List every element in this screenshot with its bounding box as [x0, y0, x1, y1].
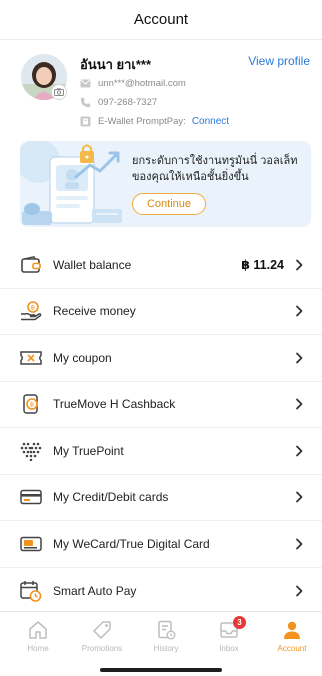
bottom-tab-bar: Home Promotions History 3 Inbox Account: [0, 611, 322, 676]
tab-promotions[interactable]: Promotions: [70, 620, 134, 653]
tab-history[interactable]: History: [134, 620, 198, 653]
page-title: Account: [133, 11, 189, 28]
chevron-right-icon: [296, 398, 303, 410]
header: Account: [0, 0, 322, 40]
mail-icon: [80, 79, 91, 87]
continue-button[interactable]: Continue: [132, 193, 206, 215]
profile-name: อันนา ยาเ***: [80, 57, 152, 72]
chevron-right-icon: [296, 491, 303, 503]
view-profile-link[interactable]: View profile: [248, 54, 310, 68]
coupon-icon: [20, 347, 42, 369]
chevron-right-icon: [296, 352, 303, 364]
menu-item-receive-money[interactable]: ฿ Receive money: [0, 289, 322, 335]
menu-label-my-truepoint: My TruePoint: [53, 443, 124, 458]
chevron-right-icon: [296, 538, 303, 550]
chevron-right-icon: [296, 585, 303, 597]
phone-icon: [80, 97, 91, 107]
menu-item-smart-auto-pay[interactable]: Smart Auto Pay: [0, 568, 322, 615]
chevron-right-icon: [296, 445, 303, 457]
menu-item-credit-debit-cards[interactable]: My Credit/Debit cards: [0, 475, 322, 521]
tab-label-promotions: Promotions: [81, 644, 123, 653]
email-row: unn***@hotmail.com: [80, 76, 186, 90]
credit-card-icon: [20, 486, 42, 508]
inbox-badge: 3: [233, 616, 246, 629]
menu-item-truemove-cashback[interactable]: ฿ TrueMove H Cashback: [0, 382, 322, 428]
tag-icon: [93, 621, 111, 639]
tab-home[interactable]: Home: [6, 620, 70, 653]
home-indicator: [100, 668, 222, 672]
history-icon: [158, 620, 176, 640]
upgrade-illustration: [20, 141, 122, 225]
menu-label-my-coupon: My coupon: [53, 350, 112, 365]
wallet-icon: [20, 254, 42, 276]
truepoint-icon: [20, 440, 42, 462]
tab-label-history: History: [153, 644, 179, 653]
connect-link[interactable]: Connect: [192, 116, 229, 127]
menu-label-smart-auto-pay: Smart Auto Pay: [53, 583, 137, 598]
wecard-icon: [20, 533, 42, 555]
wallet-balance-value: ฿ 11.24: [241, 258, 284, 273]
menu-item-wecard[interactable]: My WeCard/True Digital Card: [0, 521, 322, 568]
upgrade-banner[interactable]: ยกระดับการใช้งานทรูมันนี่ วอลเล็ทของคุณใ…: [20, 141, 311, 227]
menu-item-my-coupon[interactable]: My coupon: [0, 335, 322, 382]
menu-label-receive-money: Receive money: [53, 304, 136, 319]
menu-list: Wallet balance ฿ 11.24 ฿ Receive money M…: [0, 242, 322, 614]
chevron-right-icon: [296, 305, 303, 317]
tab-label-inbox: Inbox: [219, 644, 239, 653]
menu-label-wecard: My WeCard/True Digital Card: [53, 536, 210, 551]
banner-text: ยกระดับการใช้งานทรูมันนี่ วอลเล็ทของคุณใ…: [132, 155, 298, 183]
home-icon: [29, 621, 47, 639]
tab-inbox[interactable]: 3 Inbox: [197, 616, 261, 653]
chevron-right-icon: [296, 259, 303, 271]
svg-text:฿: ฿: [31, 304, 35, 312]
promptpay-icon: [80, 116, 91, 126]
menu-label-credit-debit-cards: My Credit/Debit cards: [53, 490, 169, 505]
menu-label-truemove-cashback: TrueMove H Cashback: [53, 397, 176, 412]
avatar[interactable]: [21, 54, 67, 100]
receive-money-icon: ฿: [20, 300, 42, 322]
menu-label-wallet-balance: Wallet balance: [53, 257, 132, 272]
menu-item-wallet-balance[interactable]: Wallet balance ฿ 11.24: [0, 242, 322, 289]
menu-item-my-truepoint[interactable]: My TruePoint: [0, 428, 322, 475]
promptpay-label: E-Wallet PromptPay:: [98, 115, 186, 127]
tab-label-account: Account: [277, 644, 307, 653]
cashback-icon: ฿: [20, 393, 42, 415]
phone-row: 097-268-7327: [80, 95, 157, 109]
email-text: unn***@hotmail.com: [98, 77, 186, 89]
svg-text:฿: ฿: [30, 401, 34, 409]
phone-text: 097-268-7327: [98, 96, 158, 108]
tab-account[interactable]: Account: [260, 620, 322, 653]
promptpay-row: E-Wallet PromptPay: Connect: [80, 114, 229, 128]
tab-label-home: Home: [27, 644, 49, 653]
calendar-clock-icon: [20, 580, 42, 602]
camera-icon[interactable]: [51, 84, 67, 100]
person-icon: [284, 621, 300, 639]
